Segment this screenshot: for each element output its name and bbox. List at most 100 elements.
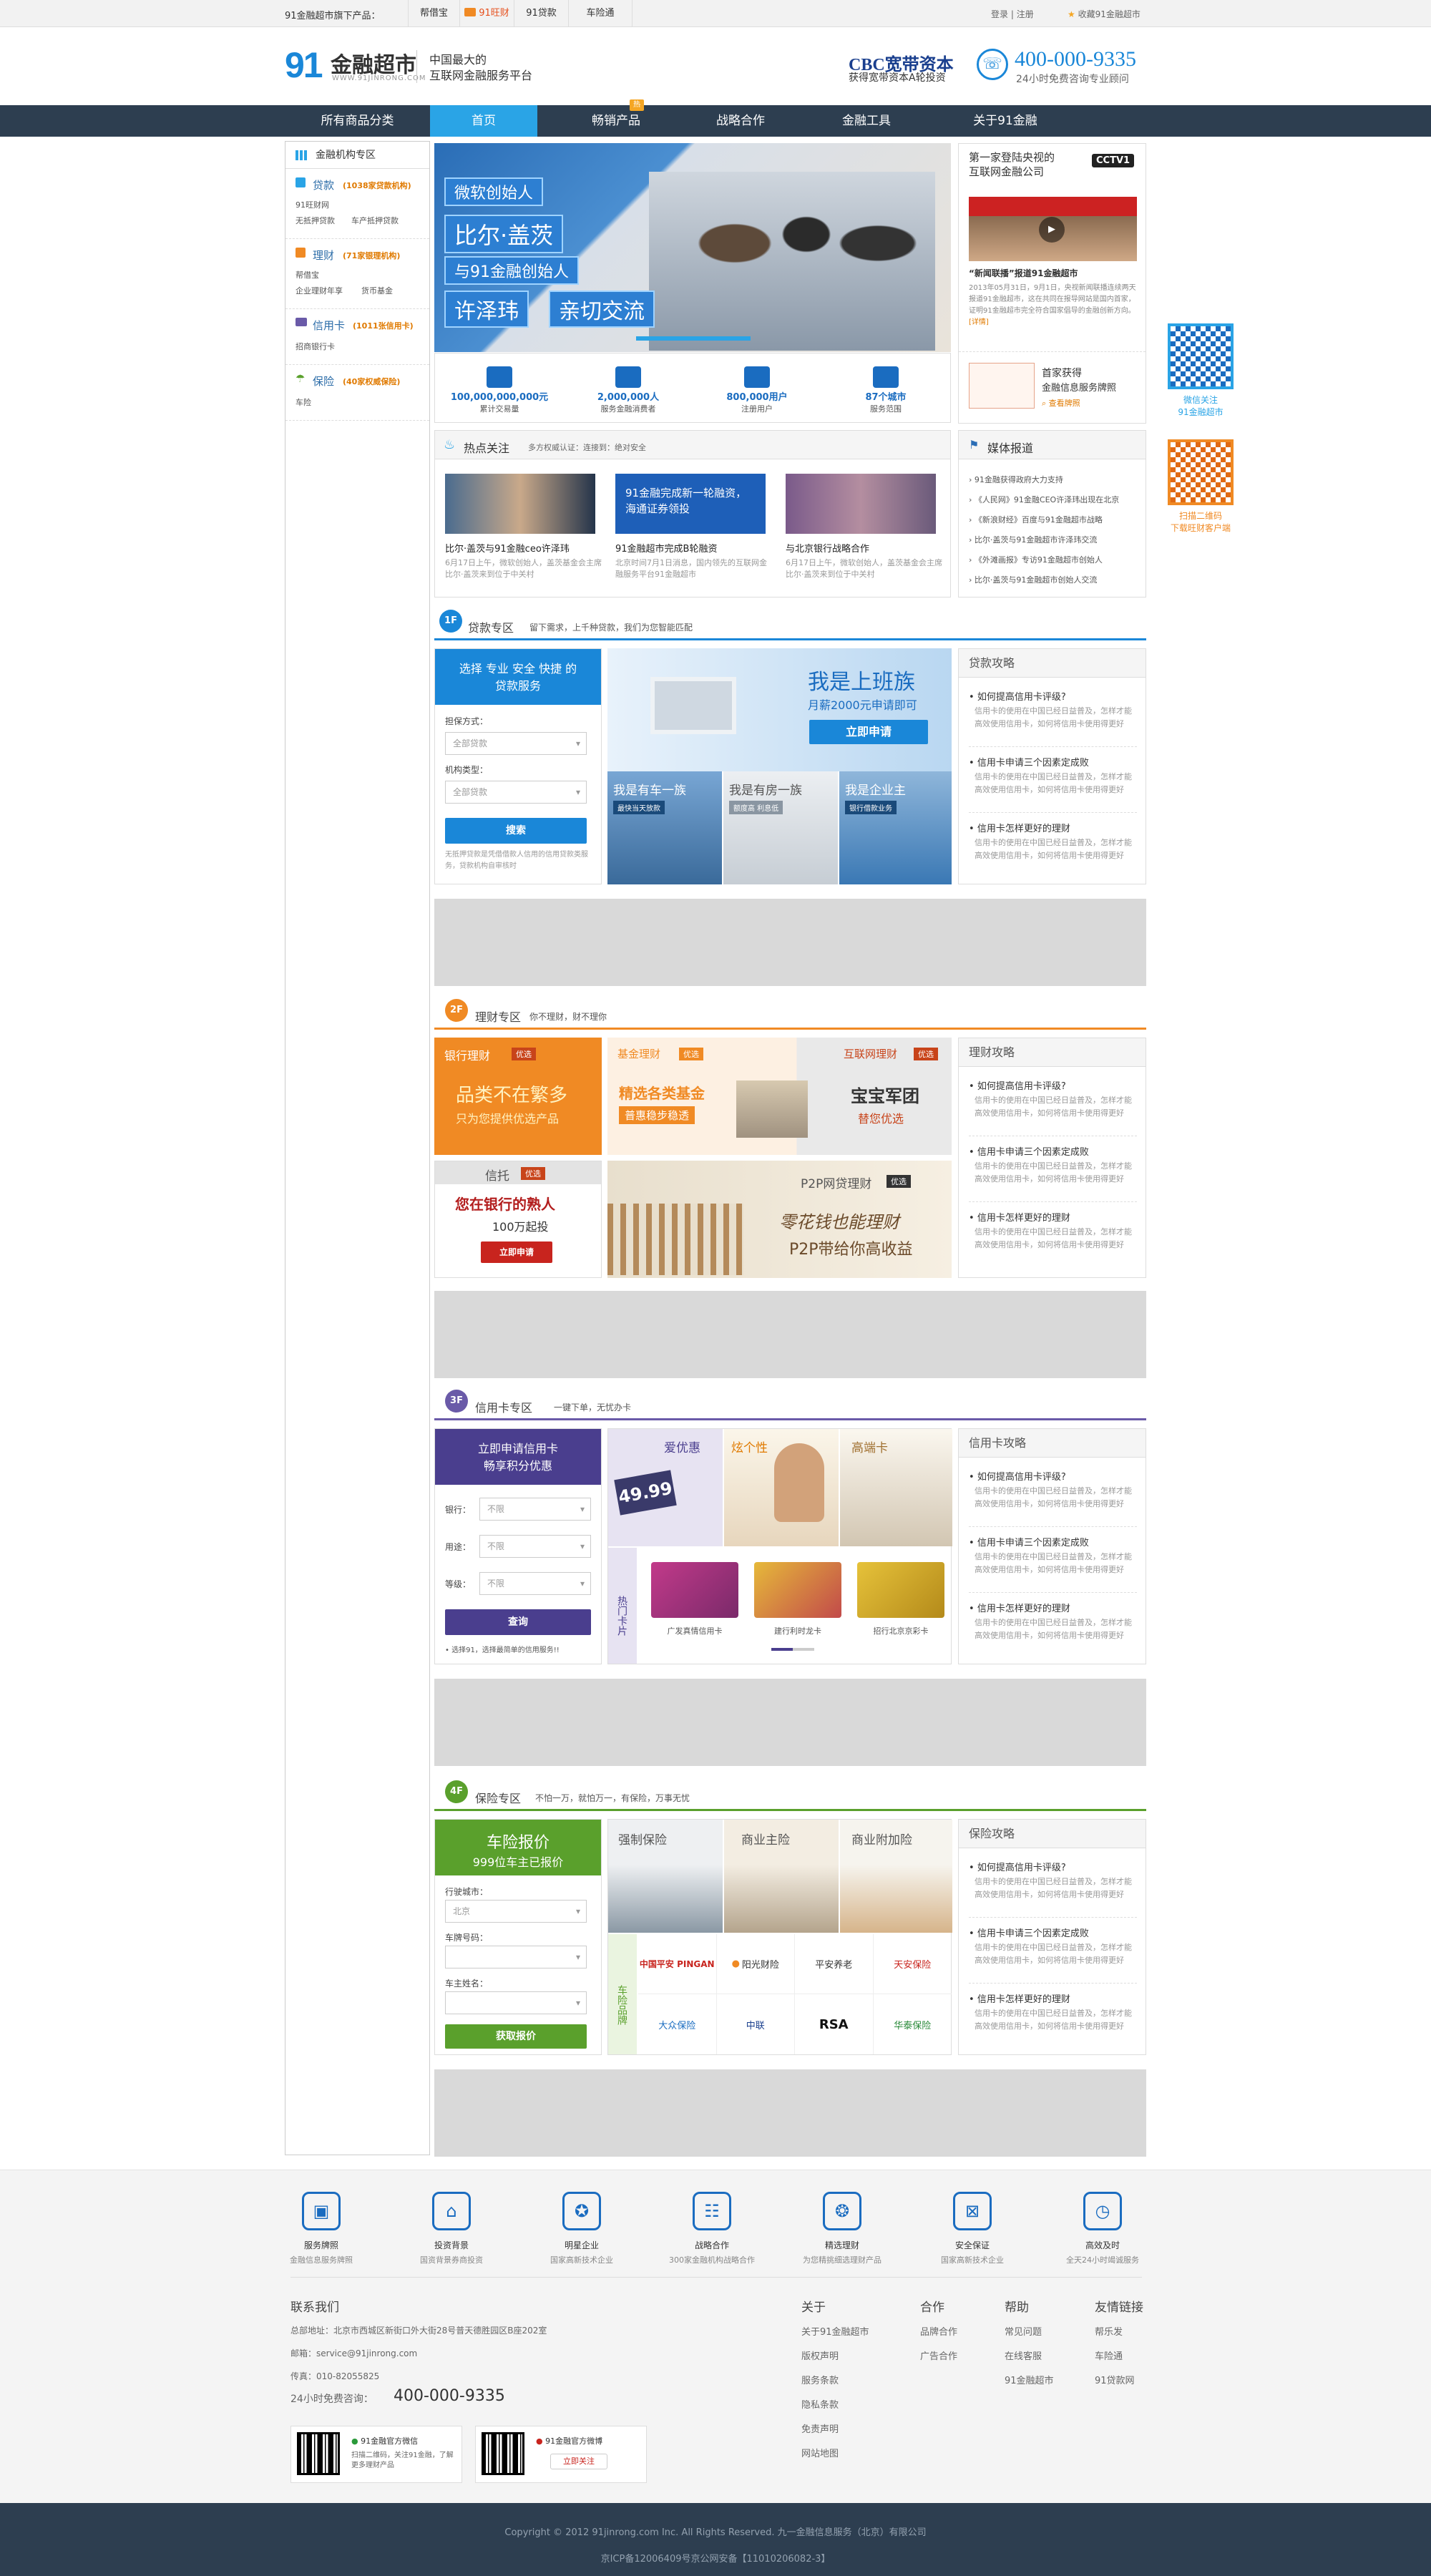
news-more-link[interactable]: [详情]: [969, 318, 989, 326]
footer-link[interactable]: 帮乐发: [1095, 2324, 1123, 2338]
level-select[interactable]: 不限: [479, 1572, 591, 1595]
card-image[interactable]: [651, 1562, 738, 1618]
footer-link[interactable]: 车险通: [1095, 2348, 1123, 2362]
product-link-carins[interactable]: 车险通: [568, 0, 633, 26]
promo-house[interactable]: 我是有房一族 额度高 利息低: [723, 771, 838, 884]
weibo-card[interactable]: ● 91金融官方微博 立即关注: [475, 2426, 647, 2483]
feature-item[interactable]: ☷ 战略合作 300家金融机构战略合作: [658, 2192, 766, 2265]
sidebar-section-insurance[interactable]: ☂ 保险 (40家权威保险) 车险: [285, 366, 429, 421]
sidebar-section-finance[interactable]: 理财 (71家银理机构) 帮借宝 企业理财年享 货币基金: [285, 240, 429, 309]
hero-banner[interactable]: 微软创始人 比尔·盖茨 与91金融创始人 许泽玮 亲切交流: [434, 143, 951, 352]
float-qr-app[interactable]: 扫描二维码 下载旺财客户端: [1165, 439, 1236, 534]
ad-placeholder[interactable]: [434, 1291, 1146, 1378]
contact-email[interactable]: 邮箱：service@91jinrong.com: [290, 2347, 417, 2359]
hot-card[interactable]: 比尔·盖茨与91金融ceo许泽玮 6月17日上午，微软创始人，盖茨基金会主席比尔·…: [445, 474, 602, 580]
favorite-link[interactable]: ★ 收藏91金融超市: [1068, 8, 1141, 20]
feature-item[interactable]: ◷ 高效及时 全天24小时竭诚服务: [1049, 2192, 1156, 2265]
sidebar-link[interactable]: 招商银行卡: [296, 341, 335, 352]
footer-link[interactable]: 版权声明: [801, 2348, 839, 2362]
hot-card-title[interactable]: 与北京银行战略合作: [786, 541, 943, 555]
institution-select[interactable]: 全部贷款: [445, 781, 587, 804]
usage-select[interactable]: 不限: [479, 1535, 591, 1558]
sidebar-item-finance[interactable]: 理财: [313, 248, 334, 263]
sidebar-section-loan[interactable]: 贷款 (1038家贷款机构) 91旺财网 无抵押贷款 车产抵押贷款: [285, 170, 429, 239]
wechat-card[interactable]: ● 91金融官方微信 扫描二维码，关注91金融，了解更多理财产品: [290, 2426, 462, 2483]
promo-discount[interactable]: 爱优惠 49.99: [608, 1429, 723, 1546]
strategy-question[interactable]: • 信用卡怎样更好的理财: [969, 1991, 1070, 2005]
sidebar-link[interactable]: 企业理财年享: [296, 285, 343, 296]
plate-input[interactable]: [445, 1946, 587, 1968]
city-select[interactable]: 北京: [445, 1900, 587, 1923]
footer-link[interactable]: 91贷款网: [1095, 2373, 1135, 2386]
media-item[interactable]: › 《人民网》91金融CEO许泽玮出现在北京: [969, 494, 1130, 505]
card-name[interactable]: 广发真情信用卡: [651, 1625, 738, 1636]
strategy-question[interactable]: • 如何提高信用卡评级?: [969, 1469, 1066, 1483]
strategy-question[interactable]: • 信用卡申请三个因素定成败: [969, 1926, 1089, 1939]
search-button[interactable]: 搜索: [445, 818, 587, 844]
footer-link[interactable]: 常见问题: [1005, 2324, 1042, 2338]
strategy-question[interactable]: • 信用卡申请三个因素定成败: [969, 1144, 1089, 1158]
nav-partners[interactable]: 战略合作: [687, 105, 794, 137]
brand-logo[interactable]: 中国平安 PINGAN: [638, 1934, 717, 1994]
brand-logo[interactable]: 中联: [717, 1994, 795, 2054]
brand-logo[interactable]: RSA: [795, 1994, 874, 2054]
promo-style[interactable]: 炫个性: [724, 1429, 839, 1546]
brand-logo[interactable]: 天安保险: [873, 1934, 952, 1994]
strategy-question[interactable]: • 信用卡怎样更好的理财: [969, 1601, 1070, 1614]
feature-item[interactable]: ✪ 明星企业 国家高新技术企业: [528, 2192, 635, 2265]
footer-link[interactable]: 在线客服: [1005, 2348, 1042, 2362]
footer-link[interactable]: 广告合作: [920, 2348, 957, 2362]
ad-placeholder[interactable]: [434, 1679, 1146, 1766]
promo-mandatory[interactable]: 强制保险: [608, 1820, 723, 1933]
news-video-thumb[interactable]: ▶: [969, 197, 1137, 261]
promo-business[interactable]: 我是企业主 银行借款业务: [839, 771, 952, 884]
footer-link[interactable]: 隐私条款: [801, 2397, 839, 2411]
media-item[interactable]: › 91金融获得政府大力支持: [969, 474, 1130, 485]
card-name[interactable]: 建行利时龙卡: [754, 1625, 841, 1636]
product-link-loan[interactable]: 91贷款: [514, 0, 568, 26]
apply-button[interactable]: 立即申请: [809, 720, 928, 744]
card-image[interactable]: [754, 1562, 841, 1618]
bank-finance-card[interactable]: 银行理财 优选 品类不在繁多 只为您提供优选产品: [434, 1038, 602, 1155]
sidebar-link[interactable]: 车产抵押贷款: [351, 215, 399, 226]
icp-record[interactable]: 京ICP备12006409号京公网安备【11010206082-3】: [0, 2551, 1431, 2565]
ad-placeholder[interactable]: [434, 899, 1146, 986]
brand-logo[interactable]: 平安养老: [795, 1934, 874, 1994]
strategy-question[interactable]: • 如何提高信用卡评级?: [969, 1078, 1066, 1092]
nav-about[interactable]: 关于91金融: [952, 105, 1059, 137]
media-item[interactable]: › 《外滩画报》专访91金融超市创始人: [969, 554, 1130, 565]
hot-card[interactable]: 91金融完成新一轮融资，海通证券领投 91金融超市完成B轮融资 北京时间7月1日消息…: [615, 474, 773, 580]
promo-premium[interactable]: 高端卡: [840, 1429, 952, 1546]
bank-select[interactable]: 不限: [479, 1498, 591, 1521]
banner-pager[interactable]: [636, 336, 751, 341]
register-link[interactable]: 注册: [1017, 9, 1034, 19]
strategy-question[interactable]: • 信用卡申请三个因素定成败: [969, 1535, 1089, 1548]
sidebar-link[interactable]: 帮借宝: [296, 269, 319, 280]
strategy-question[interactable]: • 信用卡申请三个因素定成败: [969, 755, 1089, 769]
query-button[interactable]: 查询: [445, 1609, 591, 1635]
sidebar-item-loan[interactable]: 贷款: [313, 177, 334, 192]
fund-finance-card[interactable]: 基金理财 优选 精选各类基金 普惠稳步稳透 互联网理财 优选 宝宝军团 替您优选: [607, 1038, 952, 1155]
footer-link[interactable]: 91金融超市: [1005, 2373, 1054, 2386]
sidebar-link[interactable]: 无抵押贷款: [296, 215, 335, 226]
brand-logo[interactable]: ● 阳光财险: [716, 1934, 795, 1994]
apply-button[interactable]: 立即申请: [481, 1241, 552, 1263]
footer-link[interactable]: 品牌合作: [920, 2324, 957, 2338]
play-icon[interactable]: ▶: [1039, 217, 1065, 243]
promo-car[interactable]: 我是有车一族 最快当天放款: [607, 771, 722, 884]
login-link[interactable]: 登录: [991, 9, 1008, 19]
sidebar-link[interactable]: 91旺财网: [296, 199, 329, 210]
ad-placeholder[interactable]: [434, 2069, 1146, 2157]
sidebar-link[interactable]: 货币基金: [361, 285, 393, 296]
product-link-bangjiebao[interactable]: 帮借宝: [408, 0, 459, 26]
float-qr-wechat[interactable]: 微信关注 91金融超市: [1165, 323, 1236, 418]
follow-button[interactable]: 立即关注: [550, 2454, 607, 2469]
owner-name-input[interactable]: [445, 1991, 587, 2014]
media-item[interactable]: › 《新浪财经》百度与91金融超市战略: [969, 514, 1130, 525]
product-link-wangcai[interactable]: 91旺财: [459, 0, 514, 26]
media-item[interactable]: › 比尔·盖茨与91金融超市许泽玮交流: [969, 534, 1130, 545]
footer-link[interactable]: 服务条款: [801, 2373, 839, 2386]
hot-card-title[interactable]: 比尔·盖茨与91金融ceo许泽玮: [445, 541, 602, 555]
media-item[interactable]: › 比尔·盖茨与91金融超市创始人交流: [969, 574, 1130, 585]
nav-home[interactable]: 首页: [430, 105, 537, 137]
